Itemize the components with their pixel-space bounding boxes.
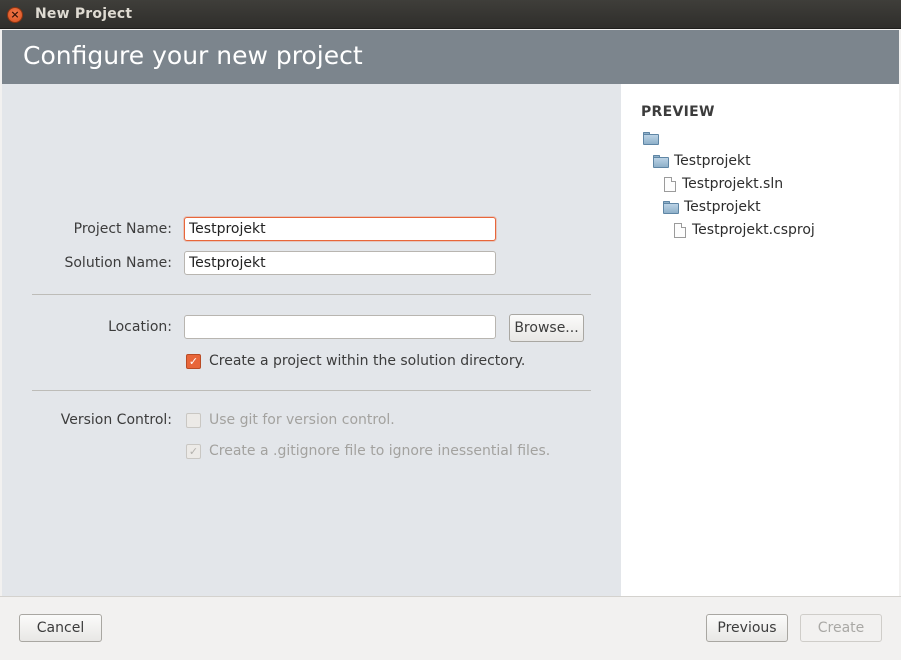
tree-item-project-folder: Testprojekt	[663, 197, 761, 217]
gitignore-row: ✓ Create a .gitignore file to ignore ine…	[186, 443, 550, 459]
folder-icon	[653, 154, 669, 168]
cancel-button[interactable]: Cancel	[19, 614, 102, 642]
gitignore-label: Create a .gitignore file to ignore iness…	[209, 443, 551, 459]
version-control-label: Version Control:	[60, 412, 172, 428]
preview-pane: PREVIEW Testprojekt Testprojekt.sln Test…	[621, 84, 899, 596]
file-icon	[674, 222, 686, 238]
create-within-solution-row[interactable]: ✓ Create a project within the solution d…	[186, 353, 525, 369]
browse-button[interactable]: Browse...	[509, 314, 584, 342]
divider	[32, 294, 591, 295]
divider	[32, 390, 591, 391]
project-name-label: Project Name:	[73, 221, 172, 237]
use-git-row: Use git for version control.	[186, 412, 395, 428]
folder-icon	[663, 200, 679, 214]
location-label: Location:	[108, 319, 172, 335]
use-git-label: Use git for version control.	[209, 412, 395, 428]
tree-item-solution-folder: Testprojekt	[653, 151, 751, 171]
page-header: Configure your new project	[2, 30, 899, 84]
folder-icon	[643, 131, 659, 145]
title-bar: × New Project	[0, 0, 901, 29]
project-name-input[interactable]	[184, 217, 496, 241]
solution-name-input[interactable]	[184, 251, 496, 275]
tree-item-project-file: Testprojekt.csproj	[674, 220, 815, 240]
use-git-checkbox	[186, 412, 201, 428]
previous-button[interactable]: Previous	[706, 614, 788, 642]
file-icon	[664, 176, 676, 192]
window-title: New Project	[35, 6, 133, 22]
preview-title: PREVIEW	[641, 104, 715, 120]
tree-item-label: Testprojekt.sln	[682, 176, 784, 192]
new-project-dialog: × New Project Configure your new project…	[0, 0, 901, 660]
tree-item-root-folder	[643, 128, 664, 148]
tree-item-label: Testprojekt	[684, 199, 761, 215]
tree-item-solution-file: Testprojekt.sln	[664, 174, 783, 194]
create-within-solution-label: Create a project within the solution dir…	[209, 353, 526, 369]
dialog-footer: Cancel Previous Create	[0, 596, 901, 660]
create-button[interactable]: Create	[800, 614, 882, 642]
gitignore-checkbox: ✓	[186, 443, 201, 459]
configuration-form: Project Name: Solution Name: Location: B…	[2, 84, 621, 596]
page-title: Configure your new project	[23, 41, 363, 70]
tree-item-label: Testprojekt.csproj	[692, 222, 815, 238]
tree-item-label: Testprojekt	[674, 153, 751, 169]
solution-name-label: Solution Name:	[64, 255, 172, 271]
location-input[interactable]	[184, 315, 496, 339]
close-icon[interactable]: ×	[7, 7, 23, 23]
create-within-solution-checkbox[interactable]: ✓	[186, 353, 201, 369]
